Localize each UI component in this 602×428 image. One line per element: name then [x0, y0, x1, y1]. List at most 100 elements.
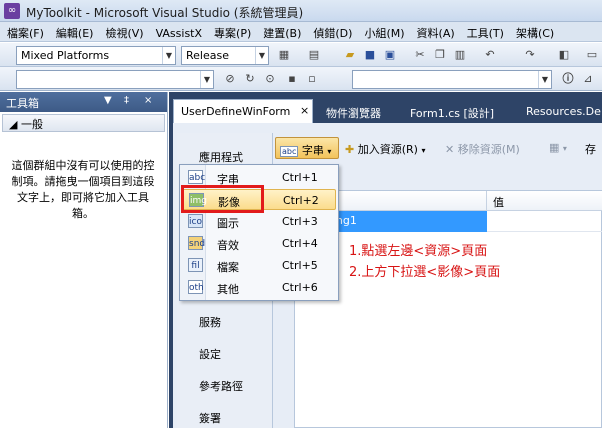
- menu-data[interactable]: 資料(A): [410, 22, 460, 41]
- resource-type-button[interactable]: abc 字串 ▾: [275, 137, 339, 159]
- solution-config-combo[interactable]: Release ▼: [181, 46, 269, 65]
- grid-cell-value[interactable]: [487, 211, 602, 232]
- menu-bar: 檔案(F) 編輯(E) 檢視(V) VAssistX 專案(P) 建置(B) 偵錯(D) 小組…: [0, 22, 602, 42]
- grid-view-icon: ▦: [549, 141, 560, 154]
- window-position-icon[interactable]: ▼: [104, 95, 112, 106]
- menu-team[interactable]: 小組(M): [357, 22, 409, 41]
- toolbox-header: 工具箱 ▼ ‡ ×: [0, 92, 167, 112]
- new-project-icon[interactable]: ▤: [306, 47, 322, 63]
- toolbox-group-general[interactable]: ◢ 一般: [2, 114, 165, 132]
- visual-studio-icon: ∞: [4, 3, 20, 19]
- menu-project[interactable]: 專案(P): [207, 22, 256, 41]
- column-header-value[interactable]: 值: [487, 191, 602, 211]
- chevron-down-icon[interactable]: ▼: [162, 47, 175, 64]
- chevron-down-icon: ▾: [421, 146, 426, 155]
- nav-item-settings[interactable]: 設定: [199, 346, 221, 362]
- close-icon[interactable]: ×: [300, 104, 309, 117]
- toolbox-pane: 工具箱 ▼ ‡ × ◢ 一般 這個群組中沒有可以使用的控制項。請拖曳一個項目到這…: [0, 92, 168, 428]
- add-resource-button[interactable]: ✚ 加入資源(R) ▾: [341, 137, 429, 159]
- solution-config-value: Release: [186, 49, 229, 62]
- chevron-down-icon[interactable]: ▼: [538, 71, 551, 88]
- menu-item-shortcut: Ctrl+2: [283, 194, 319, 207]
- context-combo[interactable]: ▼: [16, 70, 214, 89]
- menu-item-audio[interactable]: snd 音效 Ctrl+4: [182, 233, 336, 254]
- menu-item-shortcut: Ctrl+5: [282, 259, 318, 272]
- undo-icon[interactable]: ↶: [482, 47, 498, 63]
- find-icon[interactable]: ▭: [584, 47, 600, 63]
- open-folder-icon[interactable]: ▰: [342, 47, 358, 63]
- menu-edit[interactable]: 編輯(E): [49, 22, 99, 41]
- chevron-down-icon: ▾: [327, 147, 332, 156]
- chevron-down-icon[interactable]: ▼: [255, 47, 268, 64]
- view-button[interactable]: ▦ ▾: [545, 137, 571, 159]
- members-combo[interactable]: ▼: [352, 70, 552, 89]
- resource-toolbar: abc 字串 ▾ ✚ 加入資源(R) ▾ ✕ 移除資源(M) ▦ ▾ 存: [275, 137, 602, 159]
- menu-item-label: 圖示: [217, 217, 239, 230]
- resource-grid: 名稱 值 String1: [294, 190, 602, 428]
- menu-file[interactable]: 檔案(F): [0, 22, 49, 41]
- menu-item-files[interactable]: fil 檔案 Ctrl+5: [182, 255, 336, 276]
- add-resource-label: 加入資源(R): [357, 143, 418, 156]
- title-bar: ∞ MyToolkit - Microsoft Visual Studio (系…: [0, 0, 602, 22]
- step-icon[interactable]: ⊙: [262, 71, 278, 87]
- copy-icon[interactable]: ❐: [432, 47, 448, 63]
- redo-icon[interactable]: ↷: [522, 47, 538, 63]
- remove-resource-button[interactable]: ✕ 移除資源(M): [441, 137, 524, 159]
- menu-vassistx[interactable]: VAssistX: [149, 24, 207, 40]
- tab-label: UserDefineWinForm: [181, 105, 291, 118]
- tab-object-browser[interactable]: 物件瀏覽器: [319, 100, 381, 122]
- add-icon: ✚: [345, 143, 355, 156]
- menu-item-other[interactable]: oth 其他 Ctrl+6: [182, 277, 336, 298]
- close-icon[interactable]: ×: [144, 95, 152, 106]
- nav-item-signing[interactable]: 簽署: [199, 410, 221, 426]
- menu-item-shortcut: Ctrl+1: [282, 171, 318, 184]
- tab-form1-design[interactable]: Form1.cs [設計]: [403, 100, 494, 122]
- tab-resources-designer[interactable]: Resources.De: [519, 100, 601, 122]
- menu-item-shortcut: Ctrl+4: [282, 237, 318, 250]
- menu-item-icons[interactable]: ico 圖示 Ctrl+3: [182, 211, 336, 232]
- menu-view[interactable]: 檢視(V): [98, 22, 148, 41]
- menu-architecture[interactable]: 架構(C): [509, 22, 559, 41]
- cut-icon[interactable]: ✂: [412, 47, 428, 63]
- menu-build[interactable]: 建置(B): [256, 22, 306, 41]
- window-title: MyToolkit - Microsoft Visual Studio (系統管…: [26, 6, 304, 20]
- menu-item-label: 音效: [217, 239, 239, 252]
- access-modifier-button[interactable]: 存: [581, 137, 600, 159]
- annotation-step-1: 1.點選左邊<資源>頁面: [349, 244, 488, 259]
- menu-tools[interactable]: 工具(T): [460, 22, 509, 41]
- nav-item-reference-paths[interactable]: 參考路徑: [199, 378, 243, 394]
- menu-item-shortcut: Ctrl+3: [282, 215, 318, 228]
- solution-platform-combo[interactable]: Mixed Platforms ▼: [16, 46, 176, 65]
- paste-icon[interactable]: ▥: [452, 47, 468, 63]
- chevron-down-icon[interactable]: ▼: [200, 71, 213, 88]
- build-icon[interactable]: ▦: [276, 47, 292, 63]
- debug-toolbar: ▼ ⊘ ↻ ⊙ ▪ ▫ ▼ ⓘ ⊿: [0, 67, 602, 91]
- bookmark-icon[interactable]: ▫: [304, 71, 320, 87]
- menu-debug[interactable]: 偵錯(D): [306, 22, 357, 41]
- toolbox-empty-message: 這個群組中沒有可以使用的控制項。請拖曳一個項目到這段文字上，即可將它加入工具箱。: [11, 159, 155, 220]
- resource-type-label: 字串: [301, 144, 324, 157]
- nav-item-application[interactable]: 應用程式: [199, 149, 243, 165]
- annotation-step-2: 2.上方下拉選<影像>頁面: [349, 265, 501, 280]
- navigate-back-icon[interactable]: ⊘: [222, 71, 238, 87]
- tab-userdefinewinform[interactable]: UserDefineWinForm ×: [173, 99, 313, 123]
- save-all-icon[interactable]: ▣: [382, 47, 398, 63]
- string-resource-icon: abc: [280, 146, 299, 157]
- solution-platform-value: Mixed Platforms: [21, 49, 110, 62]
- menu-item-label: 其他: [217, 283, 239, 296]
- toolbox-title: 工具箱: [6, 97, 39, 110]
- stop-icon[interactable]: ▪: [284, 71, 300, 87]
- pin-icon[interactable]: ⊿: [580, 71, 596, 87]
- menu-item-shortcut: Ctrl+6: [282, 281, 318, 294]
- chevron-down-icon: ▾: [562, 144, 567, 153]
- icon-resource-icon: ico: [188, 214, 203, 228]
- navigate-icon[interactable]: ◧: [556, 47, 572, 63]
- refresh-icon[interactable]: ↻: [242, 71, 258, 87]
- info-icon[interactable]: ⓘ: [560, 71, 576, 87]
- menu-item-label: 檔案: [217, 261, 239, 274]
- string-resource-icon: abc: [188, 170, 205, 184]
- pin-icon[interactable]: ‡: [124, 95, 129, 106]
- save-icon[interactable]: ■: [362, 47, 378, 63]
- nav-item-services[interactable]: 服務: [199, 314, 221, 330]
- highlight-box: [181, 185, 264, 213]
